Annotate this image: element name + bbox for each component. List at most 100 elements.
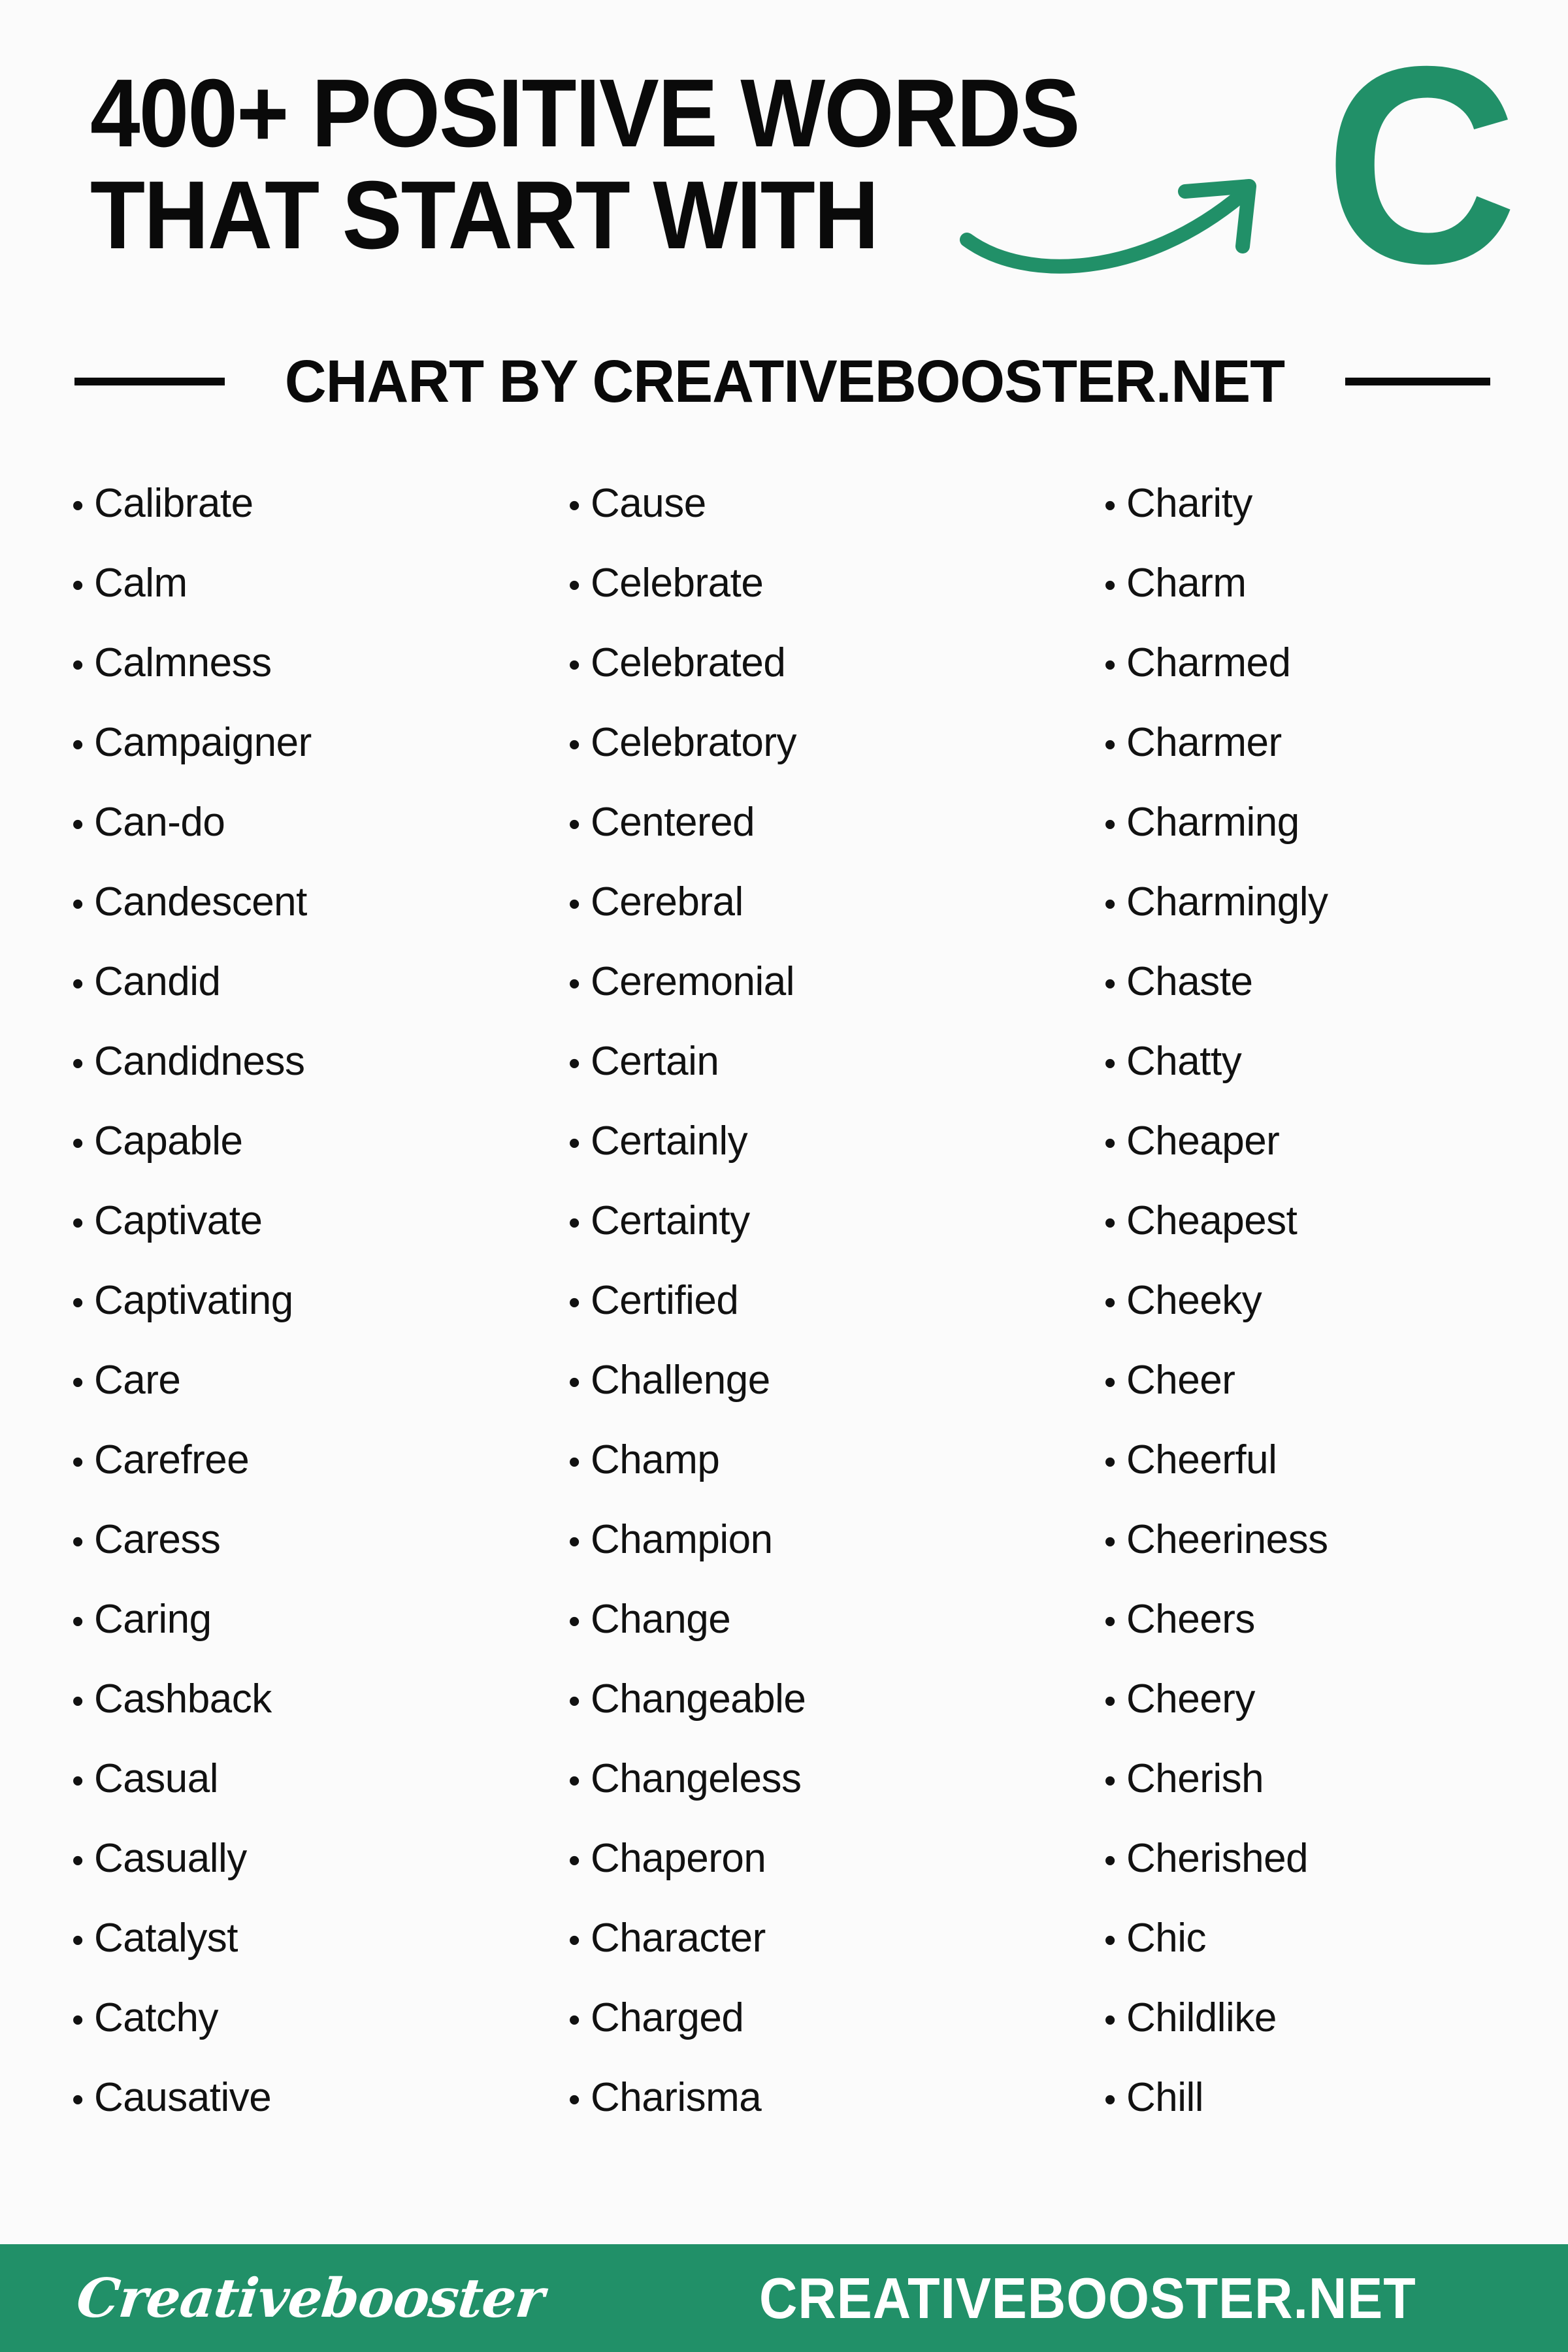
list-item: • Care [72,1357,555,1437]
bullet-icon: • [72,726,84,764]
word-column-1: • Calibrate • Calm • Calmness • Campaigner • Can-… [0,480,555,2218]
word-label: Ceremonial [591,959,795,1004]
list-item: • Casually [72,1835,555,1915]
bullet-icon: • [568,885,580,923]
bullet-icon: • [568,965,580,1003]
word-label: Cheer [1126,1358,1235,1403]
bullet-icon: • [568,646,580,684]
list-item: • Charisma [568,2074,1091,2154]
word-label: Cherish [1126,1756,1264,1801]
word-label: Capable [94,1119,243,1164]
word-label: Charming [1126,800,1299,845]
word-label: Cheery [1126,1676,1255,1722]
bullet-icon: • [72,1682,84,1720]
list-item: • Cheer [1104,1357,1568,1437]
bullet-icon: • [72,1204,84,1242]
list-item: • Chaperon [568,1835,1091,1915]
curved-arrow-icon [960,179,1256,274]
list-item: • Cheerful [1104,1437,1568,1516]
word-label: Cheapest [1126,1198,1298,1243]
bullet-icon: • [72,885,84,923]
word-label: Calmness [94,640,272,685]
bullet-icon: • [72,487,84,525]
list-item: • Ceremonial [568,958,1091,1038]
word-list: • Calibrate • Calm • Calmness • Campaigner • Can-… [0,480,1568,2218]
bullet-icon: • [72,1921,84,1959]
word-column-2: • Cause • Celebrate • Celebrated • Celebratory •… [555,480,1091,2218]
word-label: Charmer [1126,720,1282,765]
word-label: Cheerful [1126,1437,1277,1482]
list-item: • Catchy [72,1995,555,2074]
word-label: Cheers [1126,1597,1255,1642]
list-item: • Caring [72,1596,555,1676]
word-label: Charged [591,1995,744,2040]
word-label: Chic [1126,1916,1207,1961]
word-label: Campaigner [94,720,312,765]
bullet-icon: • [72,1523,84,1561]
word-label: Casually [94,1836,247,1881]
bullet-icon: • [72,1603,84,1641]
list-item: • Celebrate [568,560,1091,640]
bullet-icon: • [72,1364,84,1401]
list-item: • Capable [72,1118,555,1198]
bullet-icon: • [568,566,580,604]
bullet-icon: • [72,806,84,843]
bullet-icon: • [568,1124,580,1162]
list-item: • Certain [568,1038,1091,1118]
bullet-icon: • [1104,1523,1116,1561]
bullet-icon: • [1104,1603,1116,1641]
title-line-2: THAT START WITH [90,161,879,269]
bullet-icon: • [1104,1045,1116,1083]
list-item: • Changeable [568,1676,1091,1756]
list-item: • Cheaper [1104,1118,1568,1198]
bullet-icon: • [72,2081,84,2119]
word-label: Celebratory [591,720,796,765]
word-label: Chaperon [591,1836,766,1881]
bullet-icon: • [568,1762,580,1800]
bullet-icon: • [568,806,580,843]
word-label: Charisma [591,2075,762,2120]
word-label: Cashback [94,1676,272,1722]
word-label: Changeless [591,1756,802,1801]
word-label: Cherished [1126,1836,1309,1881]
word-label: Celebrated [591,640,786,685]
list-item: • Champion [568,1516,1091,1596]
word-label: Childlike [1126,1995,1277,2040]
bullet-icon: • [1104,2081,1116,2119]
list-item: • Character [568,1915,1091,1995]
title-line-1: 400+ POSITIVE WORDS [90,59,1080,167]
bullet-icon: • [1104,487,1116,525]
bullet-icon: • [72,646,84,684]
word-label: Causative [94,2075,272,2120]
list-item: • Charming [1104,799,1568,879]
bullet-icon: • [72,1842,84,1880]
word-label: Carefree [94,1437,250,1482]
bullet-icon: • [72,1045,84,1083]
letter-badge-c: C [1324,8,1518,322]
bullet-icon: • [568,1045,580,1083]
word-column-3: • Charity • Charm • Charmed • Charmer • Charming •… [1091,480,1568,2218]
word-label: Caress [94,1517,221,1562]
divider-right [1345,378,1490,385]
bullet-icon: • [568,726,580,764]
word-label: Cheaper [1126,1119,1280,1164]
list-item: • Cheers [1104,1596,1568,1676]
list-item: • Candid [72,958,555,1038]
list-item: • Carefree [72,1437,555,1516]
divider-left [74,378,225,385]
list-item: • Changeless [568,1756,1091,1835]
list-item: • Charged [568,1995,1091,2074]
list-item: • Cheeky [1104,1277,1568,1357]
bullet-icon: • [1104,1443,1116,1481]
list-item: • Charity [1104,480,1568,560]
word-label: Change [591,1597,731,1642]
list-item: • Candidness [72,1038,555,1118]
word-label: Certainly [591,1119,748,1164]
list-item: • Cherish [1104,1756,1568,1835]
list-item: • Celebrated [568,640,1091,719]
subtitle-text: CHART BY CREATIVEBOOSTER.NET [285,348,1285,415]
word-label: Charity [1126,481,1252,526]
bullet-icon: • [72,965,84,1003]
list-item: • Calmness [72,640,555,719]
bullet-icon: • [1104,1364,1116,1401]
